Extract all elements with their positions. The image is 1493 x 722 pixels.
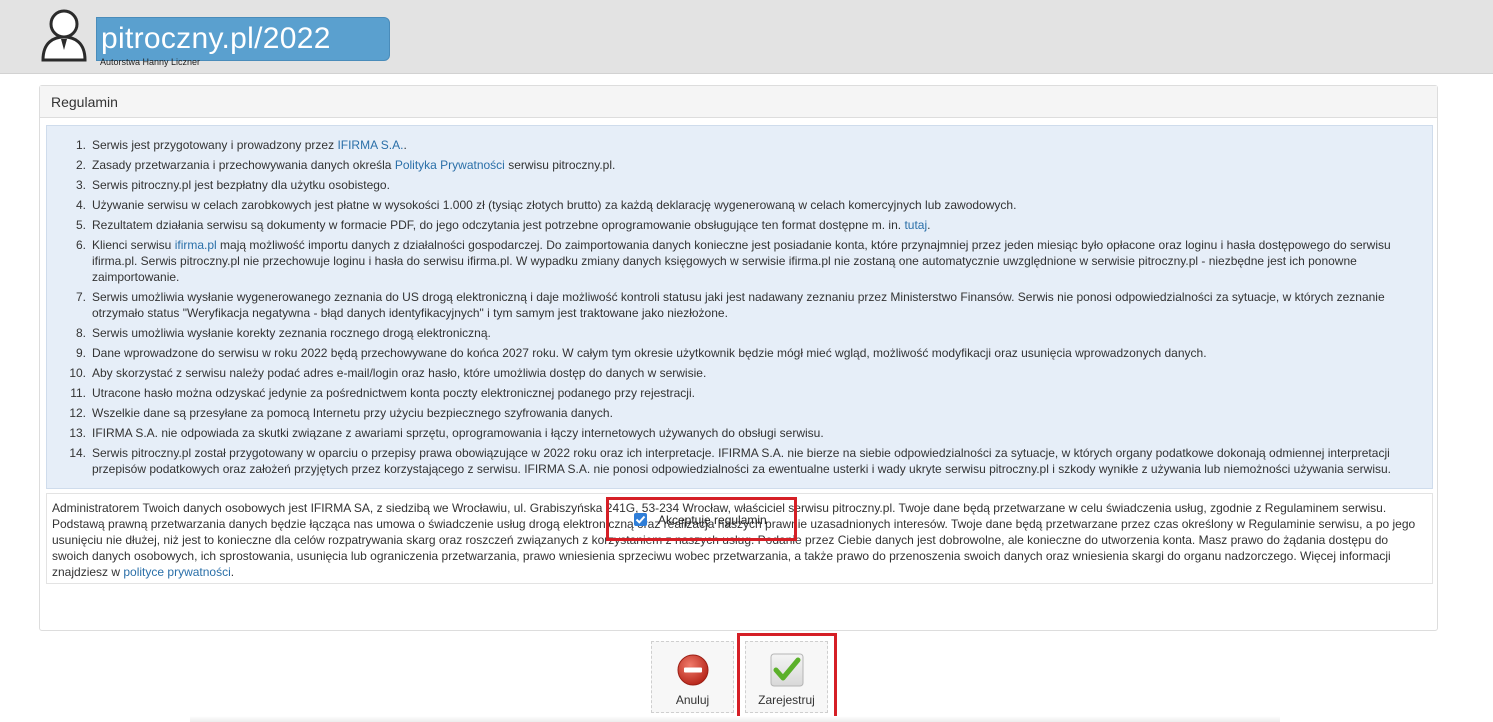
privacy-policy-link[interactable]: polityce prywatności (123, 565, 230, 579)
rule-text-part: Dane wprowadzone do serwisu w roku 2022 … (92, 346, 1207, 360)
rule-text: IFIRMA S.A. nie odpowiada za skutki zwią… (92, 425, 1400, 441)
rule-link[interactable]: IFIRMA S.A. (337, 138, 403, 152)
rule-text-part: Używanie serwisu w celach zarobkowych je… (92, 198, 1017, 212)
rule-item: 12. Wszelkie dane są przesyłane za pomocą… (47, 405, 1432, 421)
rule-text: Wszelkie dane są przesyłane za pomocą In… (92, 405, 1400, 421)
rule-text-part: Serwis umożliwia wysłanie wygenerowanego… (92, 290, 1385, 320)
rule-number: 7. (75, 290, 86, 304)
rule-text: Utracone hasło można odzyskać jedynie za… (92, 385, 1400, 401)
rule-item: 13. IFIRMA S.A. nie odpowiada za skutki z… (47, 425, 1432, 441)
rule-number: 3. (75, 178, 86, 192)
rule-number: 11. (70, 386, 86, 400)
rules-box: 1. Serwis jest przygotowany i prowadzony … (46, 125, 1433, 489)
bottom-shadow (190, 716, 1280, 722)
rule-text-part: . (403, 138, 407, 152)
rule-text-part: Zasady przetwarzania i przechowywania da… (92, 158, 395, 172)
rule-item: 7. Serwis umożliwia wysłanie wygenerowane… (47, 289, 1432, 321)
rule-text: Dane wprowadzone do serwisu w roku 2022 … (92, 345, 1400, 361)
rule-number: 10. (69, 366, 86, 380)
checkmark-icon (635, 515, 646, 524)
rule-text: Serwis pitroczny.pl jest bezpłatny dla u… (92, 177, 1400, 193)
rule-text-part: . (927, 218, 931, 232)
rule-text-part: Wszelkie dane są przesyłane za pomocą In… (92, 406, 613, 420)
rule-item: 1. Serwis jest przygotowany i prowadzony … (47, 137, 1432, 153)
rule-item: 11. Utracone hasło można odzyskać jedynie… (47, 385, 1432, 401)
register-button[interactable]: Zarejestruj (745, 641, 828, 713)
rule-number: 1. (75, 138, 86, 152)
rule-text-part: Utracone hasło można odzyskać jedynie za… (92, 386, 695, 400)
register-button-label: Zarejestruj (758, 693, 815, 707)
person-icon (40, 6, 98, 62)
rule-link[interactable]: Polityka Prywatności (395, 158, 505, 172)
rule-item: 14. Serwis pitroczny.pl został przygotowa… (47, 445, 1432, 477)
rule-text-part: Klienci serwisu (92, 238, 175, 252)
rule-number: 9. (75, 346, 86, 360)
panel-header: Regulamin (40, 86, 1437, 118)
rule-number: 6. (75, 238, 86, 252)
accept-terms-highlight: Akceptuję regulamin (606, 497, 797, 541)
rule-text-part: Serwis pitroczny.pl został przygotowany … (92, 446, 1392, 476)
rule-text-part: Serwis jest przygotowany i prowadzony pr… (92, 138, 338, 152)
rule-item: 3. Serwis pitroczny.pl jest bezpłatny dla… (47, 177, 1432, 193)
check-icon (770, 653, 804, 687)
rule-item: 2. Zasady przetwarzania i przechowywania … (47, 157, 1432, 173)
rule-text-part: Rezultatem działania serwisu są dokument… (92, 218, 905, 232)
rule-text: Serwis umożliwia wysłanie korekty zeznan… (92, 325, 1400, 341)
rule-text: Serwis pitroczny.pl został przygotowany … (92, 445, 1400, 477)
rule-text-part: mają możliwość importu danych z działaln… (92, 238, 1391, 284)
rule-number: 14. (69, 446, 86, 460)
cancel-icon (676, 653, 710, 687)
rule-number: 5. (75, 218, 86, 232)
rule-text: Rezultatem działania serwisu są dokument… (92, 217, 1400, 233)
logo-subtitle: Autorstwa Hanny Liczner (100, 57, 201, 67)
rule-text: Serwis umożliwia wysłanie wygenerowanego… (92, 289, 1400, 321)
logo[interactable]: pitroczny.pl/2022 Autorstwa Hanny Liczne… (40, 6, 390, 70)
cancel-button-label: Anuluj (675, 693, 710, 707)
rule-text: Używanie serwisu w celach zarobkowych je… (92, 197, 1400, 213)
regulations-panel: Regulamin 1. Serwis jest przygotowany i p… (39, 85, 1438, 631)
rule-link[interactable]: ifirma.pl (175, 238, 217, 252)
logo-text: pitroczny.pl/2022 (101, 22, 331, 55)
rule-number: 8. (75, 326, 86, 340)
admin-text-suffix: . (230, 565, 235, 579)
rule-item: 9. Dane wprowadzone do serwisu w roku 202… (47, 345, 1432, 361)
rule-number: 4. (75, 198, 86, 212)
rule-text-part: IFIRMA S.A. nie odpowiada za skutki zwią… (92, 426, 824, 440)
rule-text: Zasady przetwarzania i przechowywania da… (92, 157, 1400, 173)
rules-list: 1. Serwis jest przygotowany i prowadzony … (47, 137, 1432, 481)
rule-text-part: Serwis umożliwia wysłanie korekty zeznan… (92, 326, 491, 340)
rule-item: 8. Serwis umożliwia wysłanie korekty zezn… (47, 325, 1432, 341)
rule-item: 4. Używanie serwisu w celach zarobkowych … (47, 197, 1432, 213)
rule-text-part: serwisu pitroczny.pl. (504, 158, 616, 172)
rule-text-part: Serwis pitroczny.pl jest bezpłatny dla u… (92, 178, 390, 192)
rule-text-part: Aby skorzystać z serwisu należy podać ad… (92, 366, 707, 380)
rule-number: 12. (69, 406, 86, 420)
panel-title: Regulamin (51, 94, 118, 110)
rule-text: Klienci serwisu ifirma.pl mają możliwość… (92, 237, 1400, 285)
rule-item: 6. Klienci serwisu ifirma.pl mają możliwo… (47, 237, 1432, 285)
rule-text: Aby skorzystać z serwisu należy podać ad… (92, 365, 1400, 381)
logo-banner: pitroczny.pl/2022 (96, 17, 390, 61)
rule-number: 13. (69, 426, 86, 440)
rule-item: 10. Aby skorzystać z serwisu należy podać… (47, 365, 1432, 381)
rule-text: Serwis jest przygotowany i prowadzony pr… (92, 137, 1400, 153)
accept-terms-checkbox[interactable] (634, 513, 647, 526)
rule-item: 5. Rezultatem działania serwisu są dokume… (47, 217, 1432, 233)
accept-terms-label[interactable]: Akceptuję regulamin (658, 513, 767, 527)
cancel-button[interactable]: Anuluj (651, 641, 734, 713)
top-bar: pitroczny.pl/2022 Autorstwa Hanny Liczne… (0, 0, 1493, 74)
rule-link[interactable]: tutaj (904, 218, 927, 232)
rule-number: 2. (75, 158, 86, 172)
